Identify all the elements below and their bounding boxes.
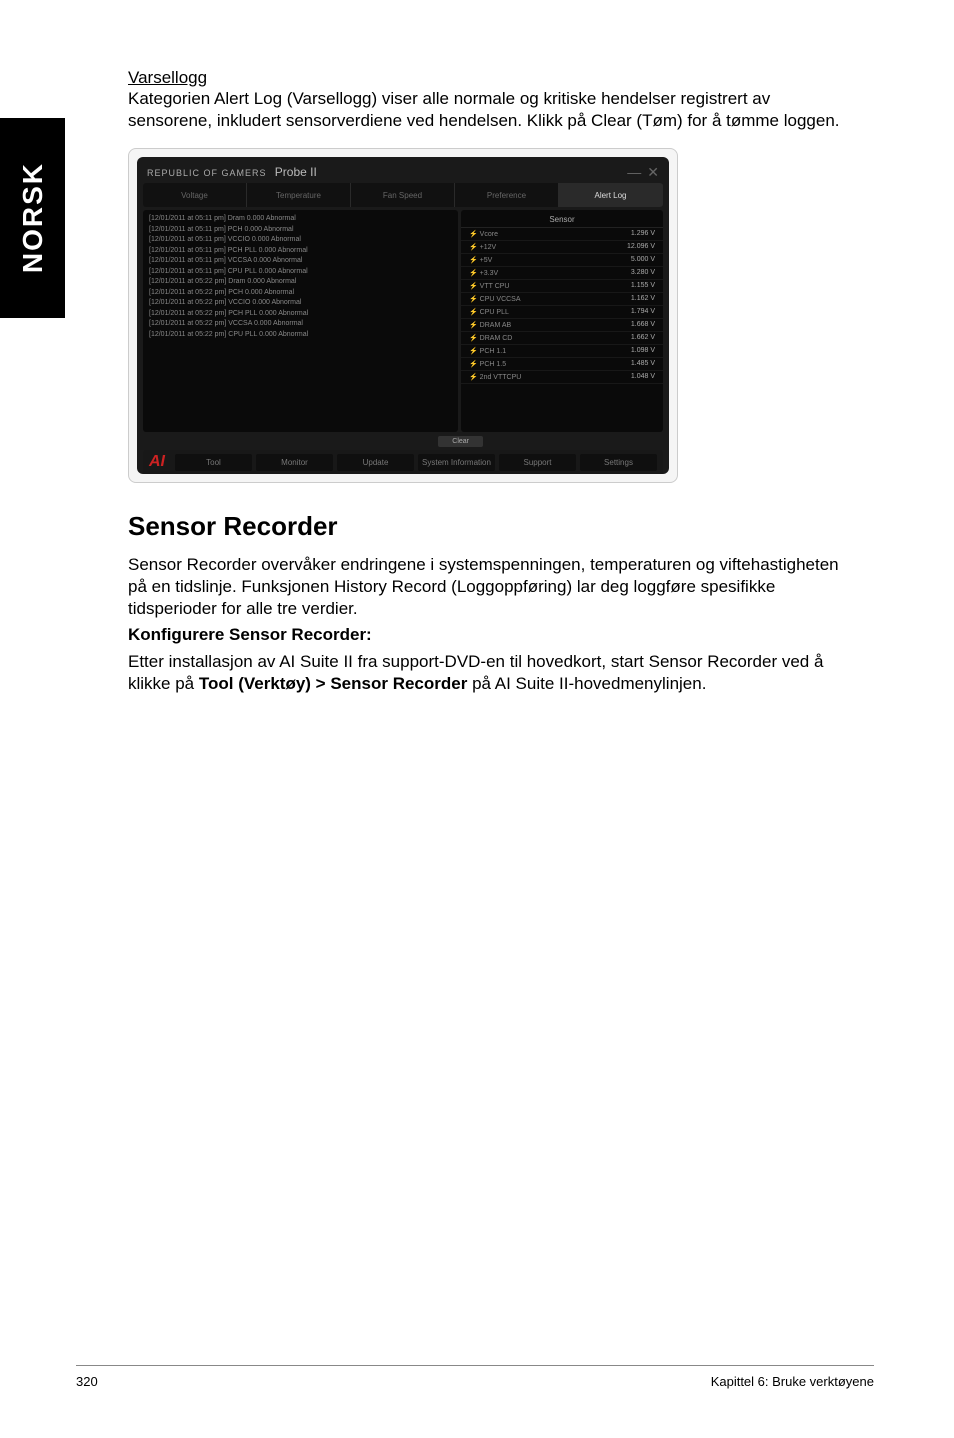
minimize-icon[interactable]: — — [627, 164, 641, 181]
clear-row: Clear — [143, 436, 663, 447]
sensor-row: 2nd VTTCPU 1.048 V — [461, 371, 663, 384]
app-body: [12/01/2011 at 05:11 pm] Dram 0.000 Abno… — [143, 210, 663, 432]
sensor-value: 3.280 V — [631, 269, 655, 277]
tab-alert-log[interactable]: Alert Log — [559, 183, 663, 207]
sensor-name: VTT CPU — [469, 282, 510, 290]
sidebar-language-tab: NORSK — [0, 118, 65, 318]
log-entry: [12/01/2011 at 05:11 pm] VCCSA 0.000 Abn… — [149, 256, 452, 267]
log-entry: [12/01/2011 at 05:11 pm] PCH PLL 0.000 A… — [149, 246, 452, 257]
log-entry: [12/01/2011 at 05:11 pm] Dram 0.000 Abno… — [149, 214, 452, 225]
configure-label: Konfigurere Sensor Recorder: — [128, 624, 858, 646]
sensor-name: CPU PLL — [469, 308, 509, 316]
sensor-value: 1.296 V — [631, 230, 655, 238]
bottom-tool-button[interactable]: Tool — [175, 454, 252, 471]
p2-post: på AI Suite II-hovedmenylinjen. — [467, 674, 706, 693]
sensor-value: 1.662 V — [631, 334, 655, 342]
log-entry: [12/01/2011 at 05:22 pm] Dram 0.000 Abno… — [149, 277, 452, 288]
sensor-value: 1.048 V — [631, 373, 655, 381]
alert-log-panel: [12/01/2011 at 05:11 pm] Dram 0.000 Abno… — [143, 210, 458, 432]
varsellogg-title: Varsellogg — [128, 68, 858, 88]
sensor-row: VTT CPU 1.155 V — [461, 280, 663, 293]
log-entry: [12/01/2011 at 05:22 pm] VCCIO 0.000 Abn… — [149, 298, 452, 309]
app-window-controls: — ✕ — [627, 164, 659, 181]
app-titlebar: REPUBLIC OF GAMERS Probe II — ✕ — [143, 161, 663, 183]
close-icon[interactable]: ✕ — [647, 164, 659, 181]
app-logo-icon: AI — [149, 453, 165, 471]
tab-voltage[interactable]: Voltage — [143, 183, 247, 207]
tab-temperature[interactable]: Temperature — [247, 183, 351, 207]
app-brand-area: REPUBLIC OF GAMERS Probe II — [147, 165, 317, 179]
sensor-value: 1.794 V — [631, 308, 655, 316]
bottom-settings-button[interactable]: Settings — [580, 454, 657, 471]
bottom-support-button[interactable]: Support — [499, 454, 576, 471]
sensor-value: 1.098 V — [631, 347, 655, 355]
sensor-row: PCH 1.1 1.098 V — [461, 345, 663, 358]
sensor-row: +12V 12.096 V — [461, 241, 663, 254]
bottom-update-button[interactable]: Update — [337, 454, 414, 471]
sensor-row: Vcore 1.296 V — [461, 228, 663, 241]
sensor-name: +12V — [469, 243, 496, 251]
sensor-value: 1.155 V — [631, 282, 655, 290]
tab-fan-speed[interactable]: Fan Speed — [351, 183, 455, 207]
varsellogg-description: Kategorien Alert Log (Varsellogg) viser … — [128, 88, 858, 132]
sensor-recorder-p2: Etter installasjon av AI Suite II fra su… — [128, 651, 858, 695]
sensor-value: 12.096 V — [627, 243, 655, 251]
sensor-value: 5.000 V — [631, 256, 655, 264]
log-entry: [12/01/2011 at 05:22 pm] VCCSA 0.000 Abn… — [149, 319, 452, 330]
log-entry: [12/01/2011 at 05:11 pm] PCH 0.000 Abnor… — [149, 225, 452, 236]
probe-app-screenshot: REPUBLIC OF GAMERS Probe II — ✕ Voltage … — [128, 148, 678, 483]
sensor-header: Sensor — [461, 212, 663, 228]
log-entry: [12/01/2011 at 05:22 pm] CPU PLL 0.000 A… — [149, 330, 452, 341]
p2-bold: Tool (Verktøy) > Sensor Recorder — [199, 674, 467, 693]
page-number: 320 — [76, 1374, 98, 1389]
sidebar-language-label: NORSK — [17, 162, 49, 273]
clear-button[interactable]: Clear — [438, 436, 483, 447]
app-tabs: Voltage Temperature Fan Speed Preference… — [143, 183, 663, 207]
sensor-name: PCH 1.1 — [469, 347, 506, 355]
app-bottom-bar: AI Tool Monitor Update System Informatio… — [143, 450, 663, 474]
sensor-row: PCH 1.5 1.485 V — [461, 358, 663, 371]
sensor-name: CPU VCCSA — [469, 295, 521, 303]
main-content: Varsellogg Kategorien Alert Log (Varsell… — [128, 68, 858, 711]
sensor-name: 2nd VTTCPU — [469, 373, 521, 381]
log-entry: [12/01/2011 at 05:11 pm] VCCIO 0.000 Abn… — [149, 235, 452, 246]
sensor-name: DRAM CD — [469, 334, 512, 342]
sensor-row: DRAM AB 1.668 V — [461, 319, 663, 332]
log-entry: [12/01/2011 at 05:11 pm] CPU PLL 0.000 A… — [149, 267, 452, 278]
log-entry: [12/01/2011 at 05:22 pm] PCH PLL 0.000 A… — [149, 309, 452, 320]
app-brand: REPUBLIC OF GAMERS — [147, 168, 267, 178]
sensor-panel: Sensor Vcore 1.296 V +12V 12.096 V +5V 5.00… — [461, 210, 663, 432]
log-entry: [12/01/2011 at 05:22 pm] PCH 0.000 Abnor… — [149, 288, 452, 299]
sensor-name: Vcore — [469, 230, 498, 238]
sensor-row: CPU VCCSA 1.162 V — [461, 293, 663, 306]
app-title: Probe II — [275, 165, 317, 179]
sensor-value: 1.668 V — [631, 321, 655, 329]
sensor-row: CPU PLL 1.794 V — [461, 306, 663, 319]
tab-preference[interactable]: Preference — [455, 183, 559, 207]
sensor-row: +3.3V 3.280 V — [461, 267, 663, 280]
sensor-recorder-p1: Sensor Recorder overvåker endringene i s… — [128, 554, 858, 620]
bottom-system-info-button[interactable]: System Information — [418, 454, 495, 471]
sensor-name: +5V — [469, 256, 492, 264]
sensor-value: 1.162 V — [631, 295, 655, 303]
sensor-recorder-heading: Sensor Recorder — [128, 511, 858, 542]
sensor-row: DRAM CD 1.662 V — [461, 332, 663, 345]
sensor-name: PCH 1.5 — [469, 360, 506, 368]
page-footer: 320 Kapittel 6: Bruke verktøyene — [76, 1365, 874, 1389]
bottom-monitor-button[interactable]: Monitor — [256, 454, 333, 471]
app-window: REPUBLIC OF GAMERS Probe II — ✕ Voltage … — [137, 157, 669, 474]
sensor-name: DRAM AB — [469, 321, 511, 329]
chapter-label: Kapittel 6: Bruke verktøyene — [711, 1374, 874, 1389]
sensor-row: +5V 5.000 V — [461, 254, 663, 267]
sensor-value: 1.485 V — [631, 360, 655, 368]
sensor-name: +3.3V — [469, 269, 498, 277]
